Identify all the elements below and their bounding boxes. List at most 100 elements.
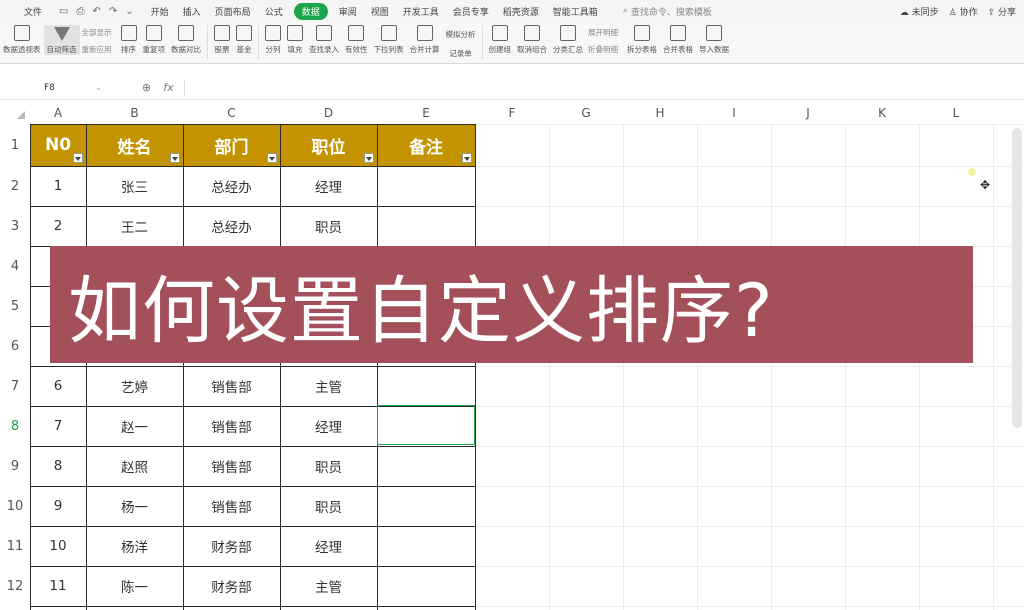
column-header-l[interactable]: L <box>919 102 993 124</box>
row-header-8[interactable]: 8 <box>0 406 30 446</box>
table-cell-no[interactable]: 7 <box>30 406 86 446</box>
menu-tab[interactable]: 页面布局 <box>208 5 258 18</box>
table-cell-pos[interactable]: 职员 <box>280 486 377 526</box>
table-cell-name[interactable]: 王二 <box>86 206 183 246</box>
ribbon-lookup[interactable]: 查找录入 <box>306 25 342 55</box>
ribbon-simulate[interactable]: 模拟分析 记录单 <box>443 25 479 59</box>
table-cell-no[interactable]: 6 <box>30 366 86 406</box>
table-cell-note[interactable] <box>377 526 475 566</box>
table-cell-pos[interactable]: 经理 <box>280 526 377 566</box>
table-cell-dept[interactable]: 销售部 <box>183 486 280 526</box>
ribbon-consolidate[interactable]: 合并计算 <box>407 25 443 55</box>
table-cell-name[interactable]: 张三 <box>86 166 183 206</box>
table-cell-pos[interactable]: 主管 <box>280 566 377 606</box>
table-cell-dept[interactable]: 财务部 <box>183 566 280 606</box>
select-all-corner[interactable] <box>0 102 30 124</box>
ribbon-split[interactable]: 分列 <box>262 25 284 55</box>
table-cell-dept[interactable]: 财务部 <box>183 526 280 566</box>
filter-dropdown-icon[interactable] <box>364 153 374 163</box>
table-cell-dept[interactable]: 销售部 <box>183 446 280 486</box>
menu-tab[interactable]: 开发工具 <box>396 5 446 18</box>
reapply-button[interactable]: 重新应用 <box>82 44 112 55</box>
menu-tab[interactable]: 视图 <box>364 5 396 18</box>
sync-status[interactable]: ☁ 未同步 <box>900 5 939 18</box>
fx-icon[interactable]: fx <box>163 81 173 94</box>
expand-detail-button[interactable]: 展开明细 <box>588 27 618 38</box>
collapse-detail-button[interactable]: 折叠明细 <box>588 44 618 55</box>
table-cell-pos[interactable]: 经理 <box>280 406 377 446</box>
save-icon[interactable]: ▭ <box>59 6 68 17</box>
filter-dropdown-icon[interactable] <box>462 153 472 163</box>
table-cell-pos[interactable]: 职员 <box>280 206 377 246</box>
table-cell-no[interactable]: 8 <box>30 446 86 486</box>
table-cell-no[interactable]: 2 <box>30 206 86 246</box>
table-cell-name[interactable]: 陈一 <box>86 566 183 606</box>
ribbon-stock[interactable]: 股票 <box>211 25 233 55</box>
table-cell-note[interactable] <box>377 366 475 406</box>
row-header-11[interactable]: 11 <box>0 526 30 566</box>
ribbon-auto-filter[interactable]: 自动筛选 <box>43 25 80 55</box>
show-all-button[interactable]: 全部显示 <box>82 27 112 38</box>
ribbon-validation[interactable]: 有效性 <box>342 25 371 55</box>
ribbon-merge-table[interactable]: 合并表格 <box>660 25 696 55</box>
table-cell-no[interactable]: 11 <box>30 566 86 606</box>
menu-tab[interactable]: 会员专享 <box>446 5 496 18</box>
column-header-g[interactable]: G <box>549 102 623 124</box>
table-cell-dept[interactable]: 总经办 <box>183 166 280 206</box>
table-cell-note[interactable] <box>377 446 475 486</box>
row-header-1[interactable]: 1 <box>0 124 30 166</box>
print-icon[interactable]: ⎙ <box>76 6 84 17</box>
table-cell-note[interactable] <box>377 206 475 246</box>
table-cell-pos[interactable]: 职员 <box>280 446 377 486</box>
menu-tab[interactable]: 插入 <box>176 5 208 18</box>
ribbon-fill[interactable]: 填充 <box>284 25 306 55</box>
table-cell-name[interactable]: 艺婷 <box>86 366 183 406</box>
row-header-9[interactable]: 9 <box>0 446 30 486</box>
table-cell-note[interactable] <box>377 486 475 526</box>
ribbon-pivot-table[interactable]: 数据透视表 <box>0 25 44 55</box>
menu-tab[interactable]: 稻壳资源 <box>496 5 546 18</box>
collab-button[interactable]: ♙ 协作 <box>949 5 978 18</box>
table-cell-dept[interactable]: 销售部 <box>183 366 280 406</box>
ribbon-dropdown-list[interactable]: 下拉列表 <box>371 25 407 55</box>
table-cell-pos[interactable]: 经理 <box>280 166 377 206</box>
table-cell-no[interactable]: 1 <box>30 166 86 206</box>
command-search[interactable]: ⌕ 查找命令、搜索模板 <box>623 5 712 18</box>
filter-dropdown-icon[interactable] <box>170 153 180 163</box>
table-cell-name[interactable]: 赵一 <box>86 406 183 446</box>
ribbon-split-table[interactable]: 拆分表格 <box>624 25 660 55</box>
table-cell-note[interactable] <box>377 166 475 206</box>
column-header-d[interactable]: D <box>280 102 377 124</box>
table-cell-note[interactable] <box>377 566 475 606</box>
row-header-2[interactable]: 2 <box>0 166 30 206</box>
row-header-12[interactable]: 12 <box>0 566 30 606</box>
chevron-down-icon[interactable]: ⌄ <box>125 6 133 17</box>
vertical-scrollbar[interactable] <box>1012 128 1022 428</box>
ribbon-subtotal[interactable]: 分类汇总 <box>550 25 586 55</box>
row-header-10[interactable]: 10 <box>0 486 30 526</box>
row-header-6[interactable]: 6 <box>0 326 30 366</box>
share-button[interactable]: ⇪ 分享 <box>988 5 1016 18</box>
column-header-f[interactable]: F <box>475 102 549 124</box>
zoom-icon[interactable]: ⊕ <box>142 81 151 94</box>
ribbon-group[interactable]: 创建组 <box>486 25 515 55</box>
column-header-i[interactable]: I <box>697 102 771 124</box>
ribbon-duplicates[interactable]: 重复项 <box>140 25 169 55</box>
ribbon-compare[interactable]: 数据对比 <box>168 25 204 55</box>
column-header-a[interactable]: A <box>30 102 86 124</box>
column-header-b[interactable]: B <box>86 102 183 124</box>
menu-tab[interactable]: 公式 <box>258 5 290 18</box>
menu-tab[interactable]: 数据 <box>293 2 328 20</box>
filter-dropdown-icon[interactable] <box>73 153 83 163</box>
menu-file[interactable]: 文件 <box>0 5 49 18</box>
column-header-j[interactable]: J <box>771 102 845 124</box>
table-cell-name[interactable]: 杨洋 <box>86 526 183 566</box>
column-header-c[interactable]: C <box>183 102 280 124</box>
row-header-4[interactable]: 4 <box>0 246 30 286</box>
ribbon-fund[interactable]: 基金 <box>233 25 255 55</box>
filter-dropdown-icon[interactable] <box>267 153 277 163</box>
column-header-h[interactable]: H <box>623 102 697 124</box>
undo-icon[interactable]: ↶ <box>92 6 100 17</box>
ribbon-ungroup[interactable]: 取消组合 <box>514 25 550 55</box>
menu-tab[interactable]: 开始 <box>144 5 176 18</box>
